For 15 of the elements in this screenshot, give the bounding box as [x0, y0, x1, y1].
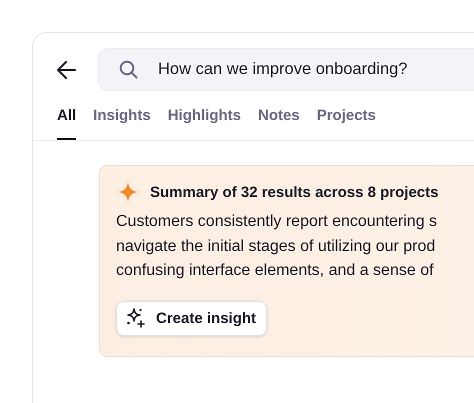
summary-title: Summary of 32 results across 8 projects [150, 184, 438, 200]
sparkles-plus-icon [126, 308, 146, 328]
tab[interactable]: Projects [316, 107, 376, 140]
summary-text: confusing interface elements, and a sense of [116, 261, 435, 281]
search-field[interactable]: How can we improve onboarding? [98, 48, 474, 91]
tab[interactable]: Highlights [168, 107, 242, 140]
tab[interactable]: All [57, 107, 76, 140]
tab[interactable]: Notes [258, 107, 300, 140]
summary-text: navigate the initial stages of utilizing our prod [116, 236, 436, 256]
summary-text: Customers consistently report encountering s [116, 212, 438, 232]
create-insight-button[interactable]: Create insight [116, 300, 268, 336]
sparkle-icon [118, 182, 138, 202]
tab[interactable]: Insights [93, 107, 151, 140]
back-arrow-icon[interactable] [56, 60, 76, 80]
search-icon [119, 60, 138, 79]
